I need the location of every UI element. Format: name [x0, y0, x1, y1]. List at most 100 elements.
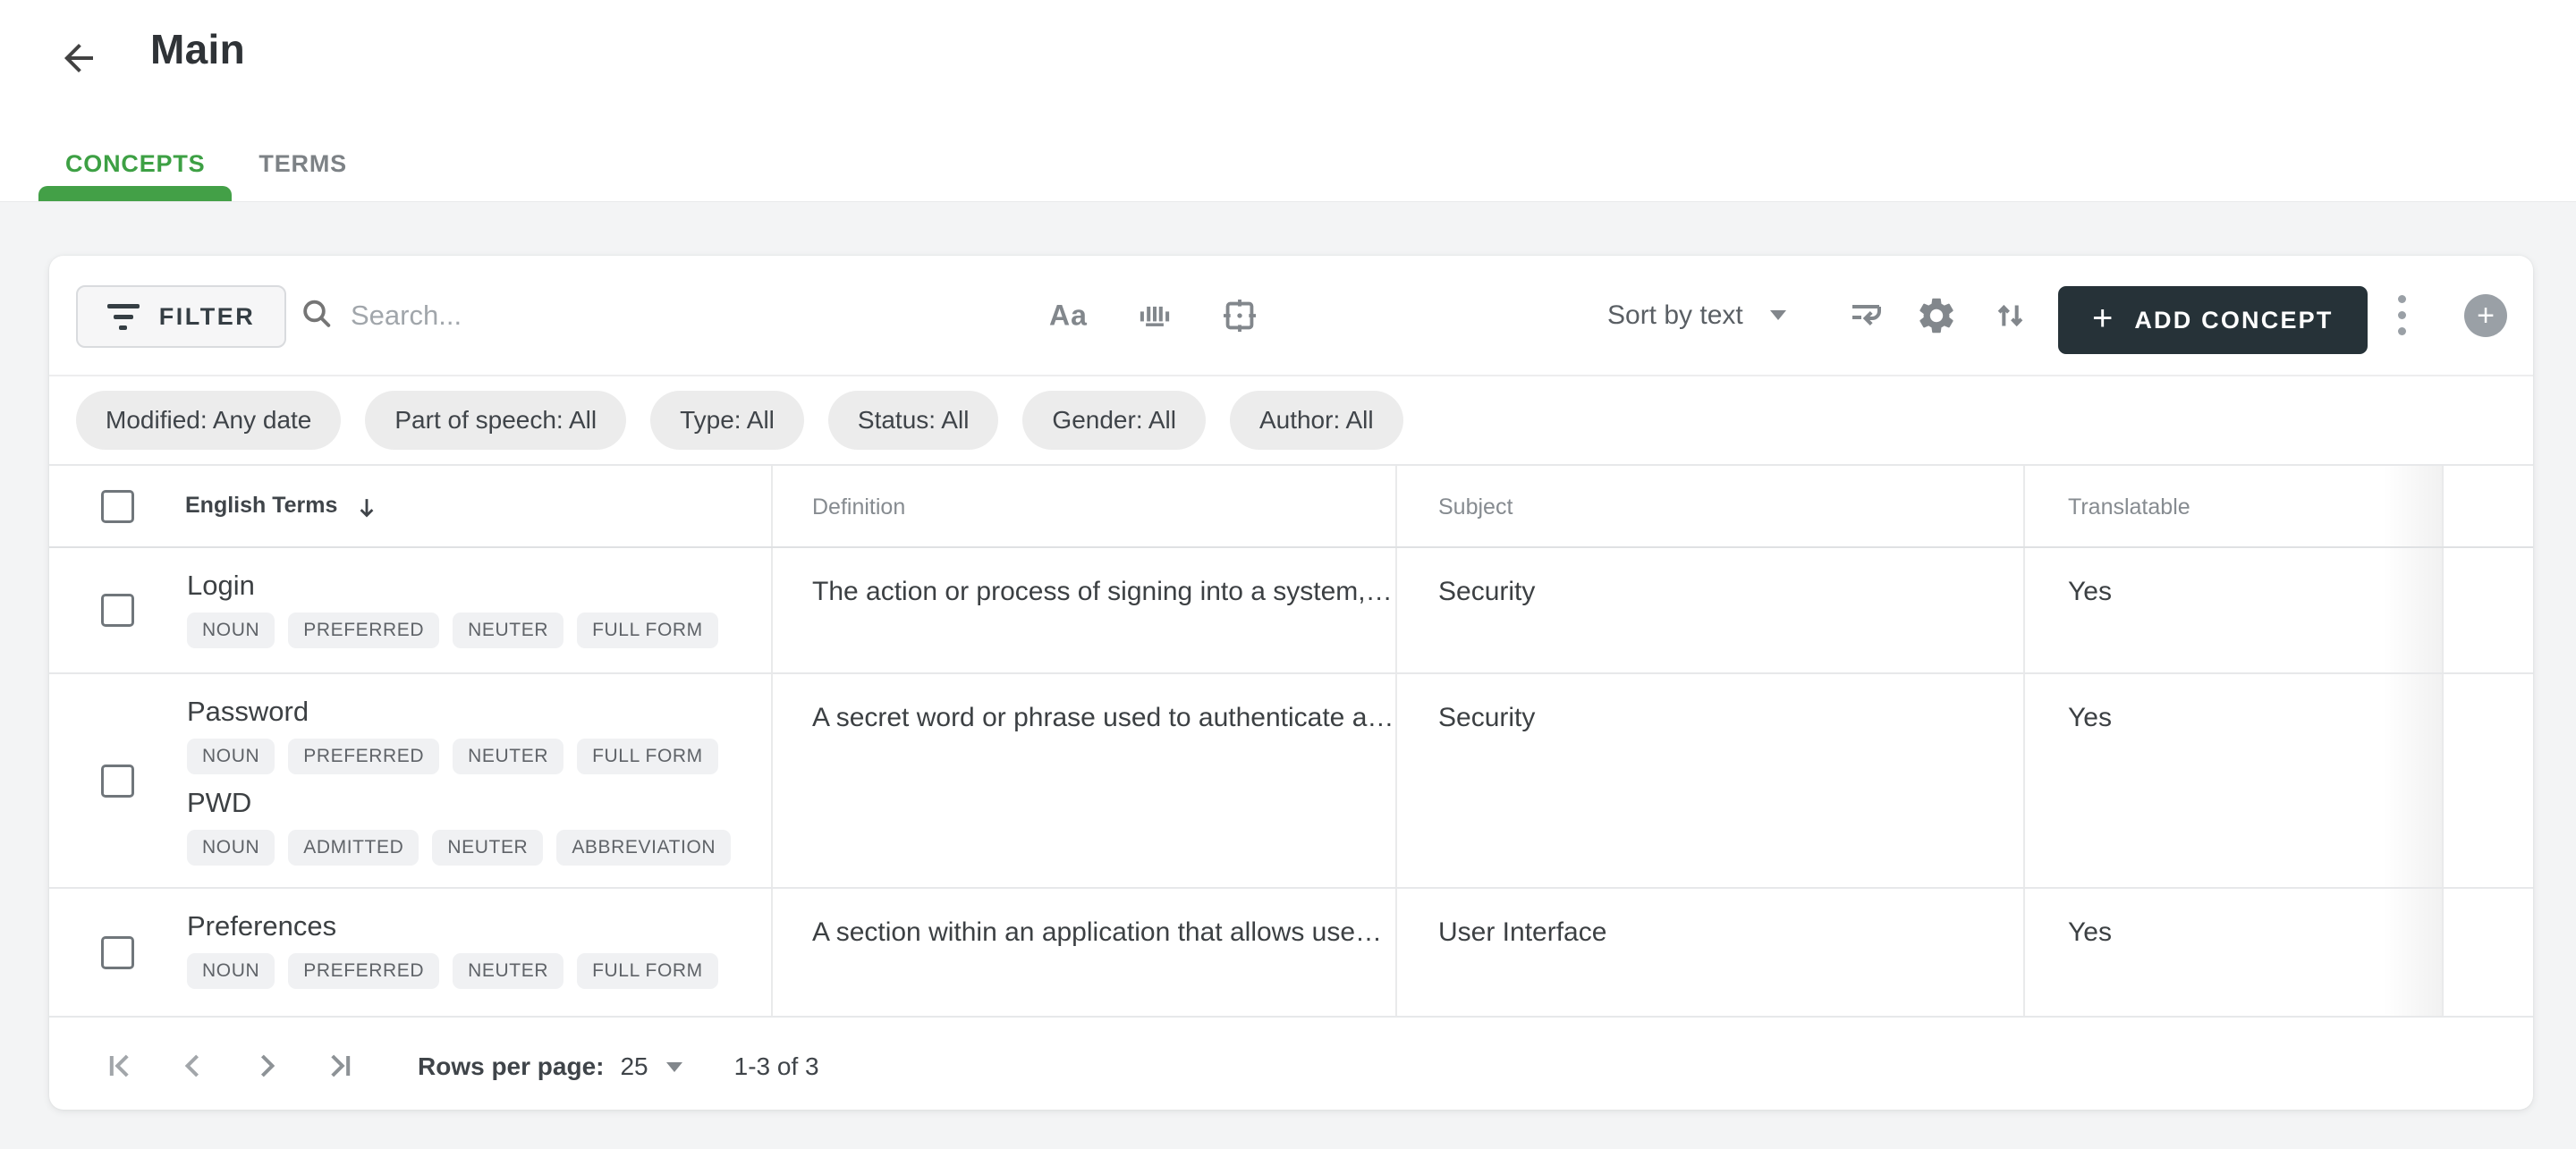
term-name: Preferences — [187, 910, 337, 942]
term-badges: NOUN PREFERRED NEUTER FULL FORM — [187, 953, 753, 989]
badge-pos: NOUN — [187, 739, 275, 774]
badge-status: PREFERRED — [288, 739, 440, 774]
filter-chips-row: Modified: Any date Part of speech: All T… — [49, 376, 2533, 466]
add-circle-button[interactable]: + — [2464, 293, 2507, 337]
barcode-icon[interactable] — [1135, 296, 1174, 335]
active-tab-indicator — [38, 186, 233, 201]
pagination-range: 1-3 of 3 — [733, 1052, 819, 1080]
add-concept-label: ADD CONCEPT — [2134, 306, 2334, 334]
filter-button-label: FILTER — [158, 302, 256, 330]
badge-status: ADMITTED — [288, 830, 419, 866]
column-header-definition: Definition — [771, 466, 1395, 546]
select-all-checkbox[interactable] — [100, 489, 134, 523]
search-input[interactable] — [351, 299, 905, 332]
definition-cell: The action or process of signing into a … — [771, 548, 1395, 672]
term-badges: NOUN PREFERRED NEUTER FULL FORM — [187, 739, 753, 774]
badge-gender: NEUTER — [453, 739, 564, 774]
pinned-column-spacer — [2442, 889, 2533, 1016]
filter-button[interactable]: FILTER — [76, 285, 286, 348]
plus-icon: + — [2092, 299, 2114, 338]
add-concept-button[interactable]: + ADD CONCEPT — [2058, 286, 2368, 354]
chip-gender[interactable]: Gender: All — [1022, 391, 1206, 450]
concepts-card: FILTER Aa — [49, 256, 2533, 1110]
target-frame-icon[interactable] — [1219, 295, 1260, 336]
wrap-text-icon[interactable] — [1845, 294, 1888, 337]
chevron-left-icon — [174, 1046, 213, 1088]
english-terms-cell: Login NOUN PREFERRED NEUTER FULL FORM — [185, 548, 771, 672]
pinned-column-spacer — [2442, 548, 2533, 672]
match-case-icon[interactable]: Aa — [1049, 299, 1088, 332]
table-header: English Terms Definition Subject Transla… — [49, 466, 2533, 548]
plus-icon: + — [2477, 298, 2495, 333]
toolbar: FILTER Aa — [49, 256, 2533, 376]
row-checkbox[interactable] — [100, 764, 134, 798]
badge-status: PREFERRED — [288, 953, 440, 989]
next-page-button[interactable] — [246, 1046, 287, 1087]
prev-page-button[interactable] — [173, 1046, 214, 1087]
header-checkbox-cell — [49, 466, 185, 546]
badge-type: FULL FORM — [577, 953, 718, 989]
translatable-cell: Yes — [2023, 674, 2442, 887]
settings-gear-icon[interactable] — [1915, 294, 1958, 337]
back-arrow-icon — [57, 43, 100, 82]
badge-gender: NEUTER — [453, 613, 564, 648]
badge-type: FULL FORM — [577, 613, 718, 648]
page-title: Main — [150, 26, 245, 72]
term-name: PWD — [187, 787, 252, 818]
term-name: Login — [187, 570, 255, 601]
badge-pos: NOUN — [187, 613, 275, 648]
chevron-right-icon — [247, 1046, 286, 1088]
subject-cell: Security — [1395, 674, 2023, 887]
column-header-translatable: Translatable — [2023, 466, 2442, 546]
tab-bar: CONCEPTS TERMS — [38, 126, 374, 201]
back-button[interactable] — [55, 36, 102, 82]
table-row[interactable]: Password NOUN PREFERRED NEUTER FULL FORM… — [49, 674, 2533, 889]
tab-terms-label: TERMS — [258, 149, 347, 177]
translatable-cell: Yes — [2023, 889, 2442, 1016]
content-area: FILTER Aa — [0, 201, 2576, 1149]
caret-down-icon — [665, 1061, 682, 1072]
tab-terms[interactable]: TERMS — [232, 126, 374, 201]
filter-icon — [106, 303, 140, 330]
chip-part-of-speech[interactable]: Part of speech: All — [365, 391, 627, 450]
rows-per-page-select[interactable]: 25 — [620, 1052, 682, 1081]
kebab-menu-icon[interactable] — [2382, 289, 2421, 342]
term-badges: NOUN PREFERRED NEUTER FULL FORM — [187, 613, 753, 648]
table-row[interactable]: Login NOUN PREFERRED NEUTER FULL FORM Th… — [49, 548, 2533, 674]
subject-cell: Security — [1395, 548, 2023, 672]
column-header-subject: Subject — [1395, 466, 2023, 546]
term-name: Password — [187, 696, 309, 727]
last-page-button[interactable] — [319, 1046, 360, 1087]
chip-status[interactable]: Status: All — [827, 391, 999, 450]
tab-concepts[interactable]: CONCEPTS — [38, 126, 233, 201]
badge-type: FULL FORM — [577, 739, 718, 774]
tab-concepts-label: CONCEPTS — [65, 149, 206, 177]
sort-dropdown[interactable]: Sort by text — [1607, 300, 1786, 331]
definition-cell: A secret word or phrase used to authenti… — [771, 674, 1395, 887]
row-checkbox[interactable] — [100, 594, 134, 627]
english-terms-cell: Password NOUN PREFERRED NEUTER FULL FORM… — [185, 674, 771, 887]
page-header: Main CONCEPTS TERMS — [0, 0, 2576, 201]
badge-gender: NEUTER — [432, 830, 544, 866]
table-row[interactable]: Preferences NOUN PREFERRED NEUTER FULL F… — [49, 889, 2533, 1018]
column-header-english-terms[interactable]: English Terms — [185, 466, 771, 546]
pinned-column-spacer — [2442, 466, 2533, 546]
last-page-icon — [320, 1046, 360, 1088]
term-badges: NOUN ADMITTED NEUTER ABBREVIATION — [187, 830, 753, 866]
sort-order-icon[interactable] — [1990, 295, 2031, 336]
row-checkbox[interactable] — [100, 935, 134, 969]
caret-down-icon — [1769, 310, 1786, 320]
badge-pos: NOUN — [187, 830, 275, 866]
subject-cell: User Interface — [1395, 889, 2023, 1016]
definition-cell: A section within an application that all… — [771, 889, 1395, 1016]
chip-modified[interactable]: Modified: Any date — [76, 391, 342, 450]
badge-type: ABBREVIATION — [556, 830, 732, 866]
chip-type[interactable]: Type: All — [650, 391, 804, 450]
sort-dropdown-label: Sort by text — [1607, 300, 1743, 330]
rows-per-page-label: Rows per page: — [418, 1052, 605, 1080]
chip-author[interactable]: Author: All — [1229, 391, 1403, 450]
table-footer: Rows per page: 25 1-3 of 3 — [49, 1018, 2533, 1116]
sort-desc-icon — [352, 493, 382, 529]
english-terms-cell: Preferences NOUN PREFERRED NEUTER FULL F… — [185, 889, 771, 1016]
first-page-button[interactable] — [99, 1046, 140, 1087]
